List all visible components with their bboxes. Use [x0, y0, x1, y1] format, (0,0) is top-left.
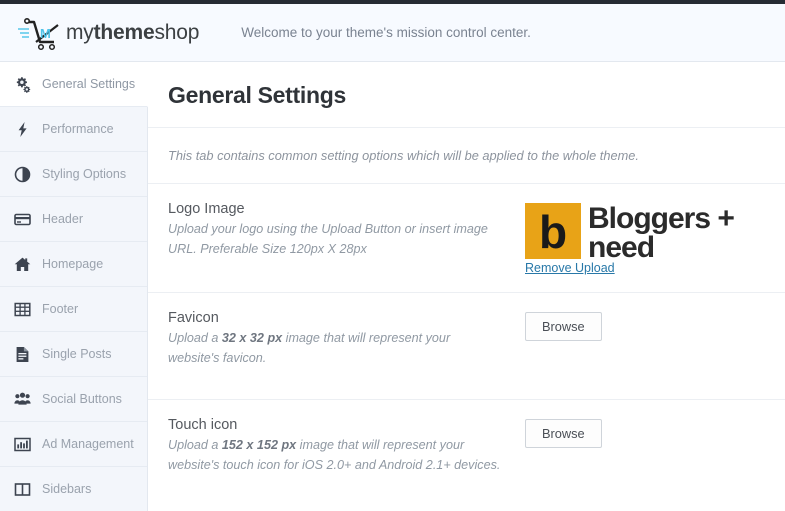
logo-wordmark: Bloggers + need	[588, 202, 735, 264]
setting-description-prefix: Upload a	[168, 331, 222, 345]
browse-button-favicon[interactable]: Browse	[525, 312, 602, 342]
sidebar-item-social-buttons[interactable]: Social Buttons	[0, 377, 147, 422]
welcome-message: Welcome to your theme's mission control …	[241, 25, 531, 40]
sidebar-item-styling-options[interactable]: Styling Options	[0, 152, 147, 197]
sidebar-item-single-posts[interactable]: Single Posts	[0, 332, 147, 377]
setting-description: Upload a 32 x 32 px image that will repr…	[168, 329, 503, 368]
main-area: General Settings Performance Styling Opt…	[0, 62, 785, 511]
sidebar-item-label: Styling Options	[42, 167, 127, 181]
setting-title: Logo Image	[168, 201, 245, 217]
file-text-icon	[14, 346, 31, 363]
sidebar-item-label: Ad Management	[42, 437, 134, 451]
logo-mark-letter: b	[538, 206, 568, 258]
shopping-cart-logo-icon: M	[18, 17, 59, 50]
sidebar-item-header[interactable]: Header	[0, 197, 147, 242]
setting-row-favicon: Favicon Upload a 32 x 32 px image that w…	[148, 293, 785, 400]
sidebar-item-label: Sidebars	[42, 482, 92, 496]
sidebar-item-label: General Settings	[42, 77, 136, 91]
columns-icon	[14, 481, 31, 498]
setting-description: Upload a 152 x 152 px image that will re…	[168, 436, 503, 475]
sidebar-item-homepage[interactable]: Homepage	[0, 242, 147, 287]
browse-button-touch-icon[interactable]: Browse	[525, 419, 602, 449]
sidebar-item-label: Single Posts	[42, 347, 112, 361]
home-icon	[14, 256, 31, 273]
logo-preview: b Bloggers + need	[525, 202, 785, 264]
sidebar-item-general-settings[interactable]: General Settings	[0, 62, 148, 107]
setting-description: Upload your logo using the Upload Button…	[168, 220, 503, 259]
setting-description-emphasis: 152 x 152 px	[221, 438, 297, 452]
brand-shop: shop	[154, 20, 200, 44]
setting-label-block: Favicon Upload a 32 x 32 px image that w…	[168, 310, 503, 382]
credit-card-icon	[14, 211, 31, 228]
sidebar-item-label: Social Buttons	[42, 392, 122, 406]
setting-title: Touch icon	[168, 417, 238, 433]
brand-wordmark: mythemeshop	[66, 21, 199, 45]
sidebar-item-label: Header	[42, 212, 83, 226]
page-header: M mythemeshop Welcome to your theme's mi…	[0, 4, 785, 62]
remove-upload-link[interactable]: Remove Upload	[525, 261, 615, 275]
sidebar-nav: General Settings Performance Styling Opt…	[0, 62, 148, 511]
gears-icon	[14, 76, 31, 93]
setting-row-logo-image: Logo Image Upload your logo using the Up…	[148, 184, 785, 293]
logo-wordmark-line1: Bloggers +	[588, 202, 735, 235]
bar-chart-icon	[14, 436, 31, 453]
setting-description-prefix: Upload a	[168, 438, 222, 452]
sidebar-item-footer[interactable]: Footer	[0, 287, 147, 332]
setting-label-block: Touch icon Upload a 152 x 152 px image t…	[168, 417, 503, 490]
panel-intro-text: This tab contains common setting options…	[168, 148, 639, 163]
setting-description-emphasis: 32 x 32 px	[221, 331, 283, 345]
sidebar-item-label: Homepage	[42, 257, 104, 271]
svg-text:M: M	[40, 26, 51, 41]
page-title: General Settings	[168, 82, 346, 108]
logo-mark-swatch: b	[525, 203, 581, 259]
setting-control-block: Browse	[503, 417, 785, 490]
setting-control-block: Browse	[503, 310, 785, 382]
settings-panel: General Settings This tab contains commo…	[148, 62, 785, 511]
page-title-row: General Settings	[148, 62, 785, 128]
brand-my: my	[66, 20, 94, 44]
sidebar-item-performance[interactable]: Performance	[0, 107, 147, 152]
table-grid-icon	[14, 301, 31, 318]
setting-row-touch-icon: Touch icon Upload a 152 x 152 px image t…	[148, 400, 785, 507]
setting-label-block: Logo Image Upload your logo using the Up…	[168, 201, 503, 275]
theme-options-page: M mythemeshop Welcome to your theme's mi…	[0, 0, 785, 511]
panel-intro-row: This tab contains common setting options…	[148, 128, 785, 184]
bolt-icon	[14, 121, 31, 138]
brand-logo[interactable]: M mythemeshop	[16, 15, 199, 51]
setting-description-text: Upload your logo using the Upload Button…	[168, 222, 488, 256]
sidebar-item-ad-management[interactable]: Ad Management	[0, 422, 147, 467]
setting-control-block: b Bloggers + need Remove Upload	[503, 201, 785, 275]
contrast-circle-icon	[14, 166, 31, 183]
brand-theme: theme	[93, 20, 155, 44]
setting-title: Favicon	[168, 310, 219, 326]
sidebar-item-label: Footer	[42, 302, 79, 316]
sidebar-item-sidebars[interactable]: Sidebars	[0, 467, 147, 511]
users-group-icon	[14, 391, 31, 408]
sidebar-item-label: Performance	[42, 122, 114, 136]
logo-wordmark-line2: need	[588, 231, 655, 264]
